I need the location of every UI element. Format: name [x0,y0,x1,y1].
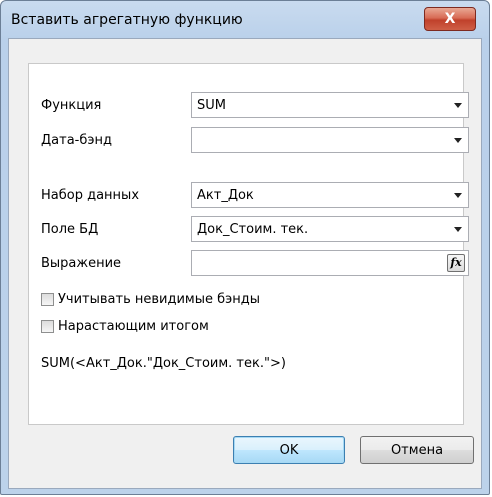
function-icon: fx [450,256,462,269]
include-invisible-bands-label[interactable]: Учитывать невидимые бэнды [58,292,260,307]
include-invisible-bands-row[interactable]: Учитывать невидимые бэнды [41,290,260,308]
chevron-down-icon [454,103,462,108]
close-icon: X [444,11,456,27]
chevron-down-icon [454,227,462,232]
function-value: SUM [197,98,226,113]
dialog-client-area: Функция SUM Дата-бэнд Набор данных Акт_Д… [8,38,482,489]
settings-panel: Функция SUM Дата-бэнд Набор данных Акт_Д… [28,63,469,425]
fx-button[interactable]: fx [447,254,465,272]
db-field-combobox[interactable]: Док_Стоим. тек. [191,216,469,242]
function-label: Функция [41,98,102,113]
databand-label: Дата-бэнд [41,133,112,148]
db-field-value: Док_Стоим. тек. [197,222,309,237]
chevron-down-icon [454,193,462,198]
ok-button-label: OK [279,442,299,458]
dataset-combobox[interactable]: Акт_Док [191,182,469,208]
expression-input[interactable]: fx [191,250,469,276]
include-invisible-bands-checkbox[interactable] [41,292,54,306]
dialog-window: Вставить агрегатную функцию X Функция SU… [0,0,490,495]
formula-preview: SUM(<Акт_Док."Док_Стоим. тек.">) [41,356,286,371]
title-bar: Вставить агрегатную функцию X [1,1,489,37]
window-title: Вставить агрегатную функцию [11,12,243,28]
running-total-checkbox[interactable] [41,319,54,333]
dataset-value: Акт_Док [197,188,254,203]
cancel-button[interactable]: Отмена [360,436,474,464]
running-total-row[interactable]: Нарастающим итогом [41,317,209,335]
db-field-label: Поле БД [41,222,99,237]
cancel-button-label: Отмена [390,442,444,458]
close-button[interactable]: X [424,7,476,31]
databand-combobox[interactable] [191,127,469,153]
ok-button[interactable]: OK [233,436,345,464]
chevron-down-icon [454,138,462,143]
running-total-label[interactable]: Нарастающим итогом [58,319,209,334]
dataset-label: Набор данных [41,188,140,203]
expression-label: Выражение [41,256,122,271]
function-combobox[interactable]: SUM [191,92,469,118]
